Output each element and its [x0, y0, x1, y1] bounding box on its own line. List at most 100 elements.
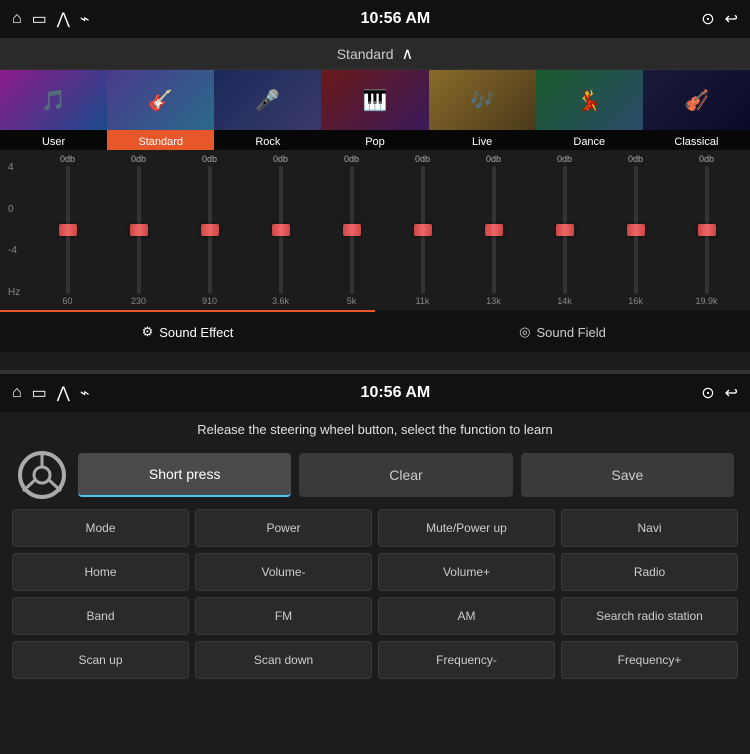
func-scan-up[interactable]: Scan up [12, 641, 189, 679]
eq-band-16k: 0db 16k [600, 154, 671, 306]
eq-track-3k6[interactable] [279, 166, 283, 294]
steering-wheel-icon [16, 449, 68, 501]
preset-classical[interactable]: 🎻 Classical [643, 70, 750, 150]
eq-track-60[interactable] [66, 166, 70, 294]
short-press-button[interactable]: Short press [78, 453, 291, 497]
preset-pop-bg: 🎹 [321, 70, 428, 130]
eq-thumb-910[interactable] [201, 224, 219, 236]
preset-bar: Standard ∧ [0, 38, 750, 70]
func-fm[interactable]: FM [195, 597, 372, 635]
steering-wheel-panel: ⌂ ▭ ⋀ ⌁ 10:56 AM ⊙ ↩ Release the steerin… [0, 374, 750, 754]
tab-sound-effect[interactable]: ⚙ Sound Effect [0, 310, 375, 352]
func-scan-down[interactable]: Scan down [195, 641, 372, 679]
eq-thumb-16k[interactable] [627, 224, 645, 236]
screen-icon[interactable]: ▭ [32, 9, 47, 29]
func-mute-power[interactable]: Mute/Power up [378, 509, 555, 547]
preset-rock-bg: 🎤 [214, 70, 321, 130]
func-am[interactable]: AM [378, 597, 555, 635]
preset-rock[interactable]: 🎤 Rock [214, 70, 321, 150]
eq-thumb-5k[interactable] [343, 224, 361, 236]
func-radio[interactable]: Radio [561, 553, 738, 591]
eq-db-230: 0db [131, 154, 146, 164]
func-home[interactable]: Home [12, 553, 189, 591]
func-band[interactable]: Band [12, 597, 189, 635]
preset-user[interactable]: 🎵 User [0, 70, 107, 150]
eq-freq-19k9: 19.9k [695, 296, 717, 306]
eq-thumb-60[interactable] [59, 224, 77, 236]
action-buttons: Short press Clear Save [78, 453, 734, 497]
status-bar-right-icons: ⊙ ↩ [701, 9, 738, 29]
eq-track-230[interactable] [137, 166, 141, 294]
eq-thumb-230[interactable] [130, 224, 148, 236]
eq-track-11k[interactable] [421, 166, 425, 294]
tab-sound-field[interactable]: ◎ Sound Field [375, 310, 750, 352]
eq-band-230: 0db 230 [103, 154, 174, 306]
eq-track-5k[interactable] [350, 166, 354, 294]
up-icon[interactable]: ⋀ [57, 9, 70, 29]
preset-chevron-icon[interactable]: ∧ [402, 44, 414, 64]
func-volume-down[interactable]: Volume- [195, 553, 372, 591]
func-mode[interactable]: Mode [12, 509, 189, 547]
preset-live[interactable]: 🎶 Live [429, 70, 536, 150]
eq-db-13k: 0db [486, 154, 501, 164]
eq-track-19k9[interactable] [705, 166, 709, 294]
preset-user-label: User [0, 130, 107, 150]
bottom-screen-icon[interactable]: ▭ [32, 383, 47, 403]
func-volume-up[interactable]: Volume+ [378, 553, 555, 591]
func-search-radio[interactable]: Search radio station [561, 597, 738, 635]
eq-thumb-14k[interactable] [556, 224, 574, 236]
preset-live-label: Live [429, 130, 536, 150]
eq-thumb-19k9[interactable] [698, 224, 716, 236]
eq-freq-13k: 13k [486, 296, 501, 306]
func-freq-down[interactable]: Frequency- [378, 641, 555, 679]
tab-sound-field-label: Sound Field [536, 325, 605, 340]
home-icon[interactable]: ⌂ [12, 10, 22, 28]
bottom-back-icon[interactable]: ↩ [725, 383, 738, 403]
eq-band-19k9: 0db 19.9k [671, 154, 742, 306]
eq-label-0: 0 [8, 204, 32, 215]
eq-db-16k: 0db [628, 154, 643, 164]
bottom-location-icon: ⊙ [701, 383, 714, 403]
clear-button[interactable]: Clear [299, 453, 512, 497]
eq-track-910[interactable] [208, 166, 212, 294]
func-freq-up[interactable]: Frequency+ [561, 641, 738, 679]
eq-track-13k[interactable] [492, 166, 496, 294]
eq-freq-16k: 16k [628, 296, 643, 306]
preset-standard-label: Standard [107, 130, 214, 150]
eq-label-4: 4 [8, 162, 32, 173]
bottom-time: 10:56 AM [361, 384, 431, 402]
equalizer-panel: ⌂ ▭ ⋀ ⌁ 10:56 AM ⊙ ↩ Standard ∧ 🎵 User 🎸… [0, 0, 750, 370]
func-power[interactable]: Power [195, 509, 372, 547]
preset-dance-label: Dance [536, 130, 643, 150]
eq-track-14k[interactable] [563, 166, 567, 294]
preset-standard[interactable]: 🎸 Standard [107, 70, 214, 150]
preset-pop[interactable]: 🎹 Pop [321, 70, 428, 150]
bottom-status-bar: ⌂ ▭ ⋀ ⌁ 10:56 AM ⊙ ↩ [0, 374, 750, 412]
eq-band-3k6: 0db 3.6k [245, 154, 316, 306]
function-grid: Mode Power Mute/Power up Navi Home Volum… [0, 509, 750, 679]
bottom-up-icon[interactable]: ⋀ [57, 383, 70, 403]
func-navi[interactable]: Navi [561, 509, 738, 547]
eq-thumb-11k[interactable] [414, 224, 432, 236]
save-button[interactable]: Save [521, 453, 734, 497]
preset-live-bg: 🎶 [429, 70, 536, 130]
eq-db-3k6: 0db [273, 154, 288, 164]
eq-freq-3k6: 3.6k [272, 296, 289, 306]
sound-field-icon: ◎ [519, 324, 530, 340]
tab-sound-effect-label: Sound Effect [159, 325, 233, 340]
bottom-status-right: ⊙ ↩ [701, 383, 738, 403]
bottom-home-icon[interactable]: ⌂ [12, 384, 22, 402]
eq-freq-910: 910 [202, 296, 217, 306]
preset-dance[interactable]: 💃 Dance [536, 70, 643, 150]
eq-y-labels: 4 0 -4 Hz [8, 154, 32, 306]
eq-thumb-13k[interactable] [485, 224, 503, 236]
eq-band-13k: 0db 13k [458, 154, 529, 306]
eq-freq-5k: 5k [347, 296, 357, 306]
eq-thumb-3k6[interactable] [272, 224, 290, 236]
eq-freq-14k: 14k [557, 296, 572, 306]
eq-track-16k[interactable] [634, 166, 638, 294]
sound-effect-icon: ⚙ [142, 324, 154, 340]
top-status-bar: ⌂ ▭ ⋀ ⌁ 10:56 AM ⊙ ↩ [0, 0, 750, 38]
back-icon[interactable]: ↩ [725, 9, 738, 29]
bottom-usb-icon: ⌁ [80, 383, 90, 403]
